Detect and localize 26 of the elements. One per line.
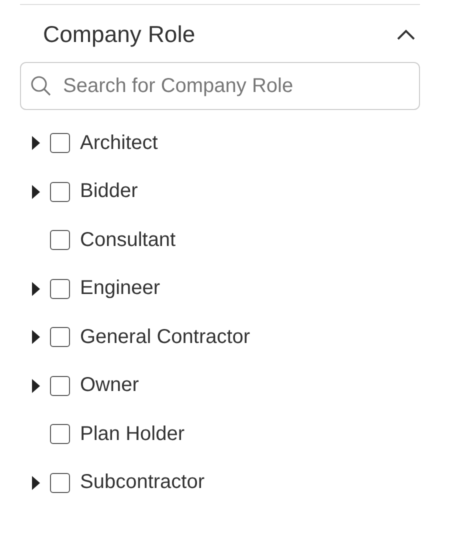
checkbox[interactable] [50, 278, 70, 299]
expand-triangle-icon[interactable] [31, 378, 41, 393]
option-label[interactable]: Architect [80, 132, 158, 155]
expand-triangle-icon[interactable] [31, 476, 41, 490]
search-field[interactable]: Search for Company Role [20, 62, 420, 110]
checkbox[interactable] [50, 133, 70, 154]
checkbox[interactable] [50, 376, 70, 396]
chevron-icon [396, 28, 416, 40]
checkbox[interactable] [50, 472, 70, 493]
option-label[interactable]: Engineer [80, 277, 160, 300]
expand-triangle-icon[interactable] [31, 136, 41, 150]
checkbox[interactable] [50, 182, 70, 202]
option-label[interactable]: Bidder [80, 180, 138, 204]
expand-triangle-icon[interactable] [31, 282, 41, 296]
expand-triangle-icon[interactable] [31, 184, 41, 199]
option-label[interactable]: Plan Holder [80, 422, 185, 446]
option-label[interactable]: Subcontractor [80, 471, 205, 494]
checkbox[interactable] [50, 424, 70, 444]
option-label[interactable]: Owner [80, 374, 139, 398]
option-label[interactable]: General Contractor [80, 326, 250, 349]
expand-triangle-icon[interactable] [31, 330, 41, 344]
checkbox[interactable] [50, 230, 70, 250]
option-label[interactable]: Consultant [80, 228, 176, 252]
search-icon [30, 75, 52, 97]
section-title: Company Role [43, 21, 196, 48]
checkbox[interactable] [50, 327, 70, 348]
